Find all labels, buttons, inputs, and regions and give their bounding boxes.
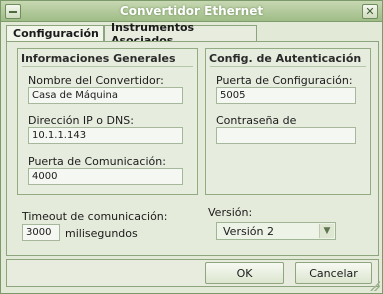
group-divider	[210, 66, 366, 67]
auth-config-title: Config. de Autenticación	[209, 52, 362, 65]
converter-name-label: Nombre del Convertidor:	[28, 74, 164, 87]
ok-button[interactable]: OK	[205, 262, 284, 284]
ip-dns-label: Dirección IP o DNS:	[28, 114, 134, 127]
ip-dns-input[interactable]: 10.1.1.143	[28, 127, 183, 144]
group-divider	[22, 66, 193, 67]
title-bar[interactable]: Convertidor Ethernet ✕	[1, 1, 382, 22]
cancel-button[interactable]: Cancelar	[295, 262, 372, 284]
window-title: Convertidor Ethernet	[119, 4, 264, 18]
version-label: Versión:	[208, 206, 253, 219]
version-select[interactable]: Versión 2 ▼	[216, 222, 336, 240]
version-selected: Versión 2	[223, 225, 274, 238]
close-icon: ✕	[365, 5, 375, 18]
converter-name-input[interactable]: Casa de Máquina	[28, 87, 183, 104]
general-info-group: Informaciones Generales Nombre del Conve…	[17, 48, 198, 195]
auth-config-group: Config. de Autenticación Puerta de Confi…	[205, 48, 371, 195]
config-port-label: Puerta de Configuración:	[216, 74, 353, 87]
comm-port-input[interactable]: 4000	[28, 168, 183, 185]
resize-grip-icon[interactable]	[370, 281, 380, 291]
tab-instrumentos-asociados[interactable]: Instrumentos Asociados	[104, 21, 257, 47]
config-password-input[interactable]	[216, 127, 356, 144]
version-dropdown-button[interactable]: ▼	[319, 224, 334, 238]
close-button[interactable]: ✕	[362, 4, 378, 19]
config-port-input[interactable]: 5005	[216, 87, 356, 104]
chevron-down-icon: ▼	[323, 225, 331, 236]
timeout-label: Timeout de comunicación:	[22, 210, 168, 223]
comm-port-label: Puerta de Comunicación:	[28, 155, 166, 168]
timeout-unit: milisegundos	[65, 227, 138, 240]
tab-configuracion[interactable]: Configuración	[6, 25, 104, 41]
convertidor-window: Convertidor Ethernet ✕ Configuración Ins…	[0, 0, 383, 294]
general-info-title: Informaciones Generales	[21, 52, 176, 65]
timeout-input[interactable]: 3000	[22, 224, 60, 241]
